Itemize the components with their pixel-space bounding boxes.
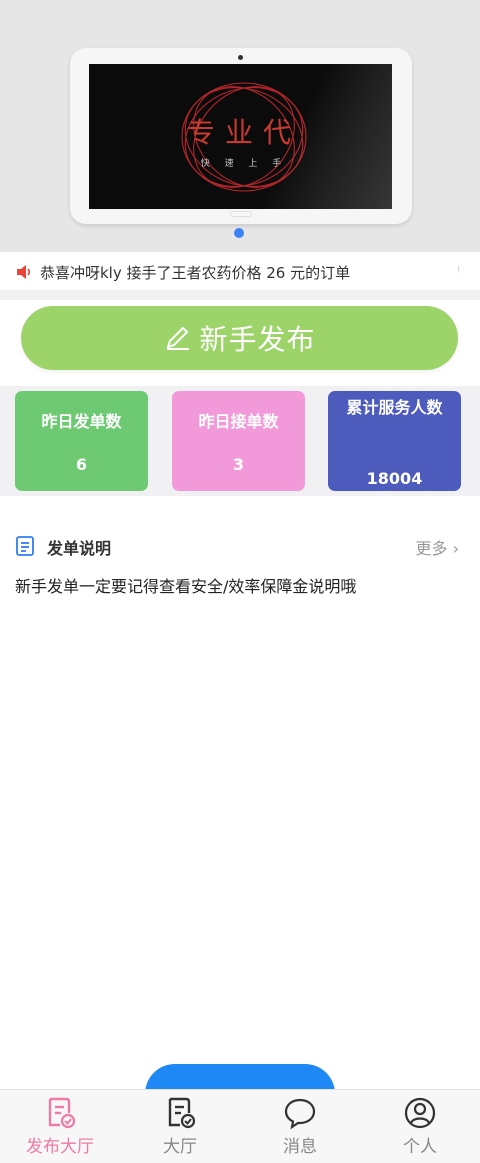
tab-hall[interactable]: 大厅 [120,1096,240,1157]
tablet-screen: 专业代 快 速 上 手 [89,64,392,209]
stat-card-total-served: 累计服务人数 18004 [328,391,461,491]
stats-panel: 昨日发单数 6 昨日接单数 3 累计服务人数 18004 [0,386,480,496]
stat-card-yesterday-accepted: 昨日接单数 3 [172,391,305,491]
document-icon [16,536,34,556]
hall-doc-icon [168,1097,196,1129]
tab-label: 大厅 [163,1137,197,1157]
stat-value: 3 [232,455,245,474]
banner-carousel[interactable]: 专业代 快 速 上 手 [0,0,480,252]
chevron-right-icon: › [447,539,459,558]
stat-title: 昨日接单数 [198,412,279,431]
tablet-home-button [230,211,252,217]
tablet-camera [238,55,243,60]
chat-bubble-icon [284,1098,316,1130]
more-label: 更多 [415,539,448,558]
stat-card-yesterday-orders: 昨日发单数 6 [15,391,148,491]
publish-label: 新手发布 [199,323,316,356]
notice-next-marker: ⁝ [457,265,461,276]
speaker-icon [17,265,31,279]
publish-doc-icon [48,1097,76,1129]
new-publish-button[interactable]: 新手发布 [21,306,458,370]
notes-title: 发单说明 [47,539,112,558]
tab-label: 发布大厅 [26,1137,94,1157]
tab-publish-hall[interactable]: 发布大厅 [0,1096,120,1157]
stat-value: 6 [75,455,88,474]
screen-shine [252,64,392,209]
stat-title: 累计服务人数 [346,398,443,417]
notes-header: 发单说明 更多 › [15,533,465,559]
user-icon [404,1097,436,1129]
stat-value: 18004 [366,469,423,488]
bottom-tab-bar: 发布大厅 大厅 消息 个人 [0,1089,480,1163]
carousel-indicator-dot[interactable] [234,228,244,238]
tab-messages[interactable]: 消息 [240,1096,360,1157]
pencil-icon [167,327,190,350]
section-divider [0,290,480,300]
banner-tablet-image: 专业代 快 速 上 手 [70,48,412,224]
tab-label: 消息 [283,1137,317,1157]
tab-label: 个人 [403,1137,437,1157]
notice-text: 恭喜冲呀kly 接手了王者农药价格 26 元的订单 [40,264,351,282]
more-link[interactable]: 更多 › [416,535,460,559]
stat-title: 昨日发单数 [41,412,122,431]
tab-profile[interactable]: 个人 [360,1096,480,1157]
notes-content: 新手发单一定要记得查看安全/效率保障金说明哦 [15,577,357,596]
notice-bar: 恭喜冲呀kly 接手了王者农药价格 26 元的订单 ⁝ [0,254,480,290]
